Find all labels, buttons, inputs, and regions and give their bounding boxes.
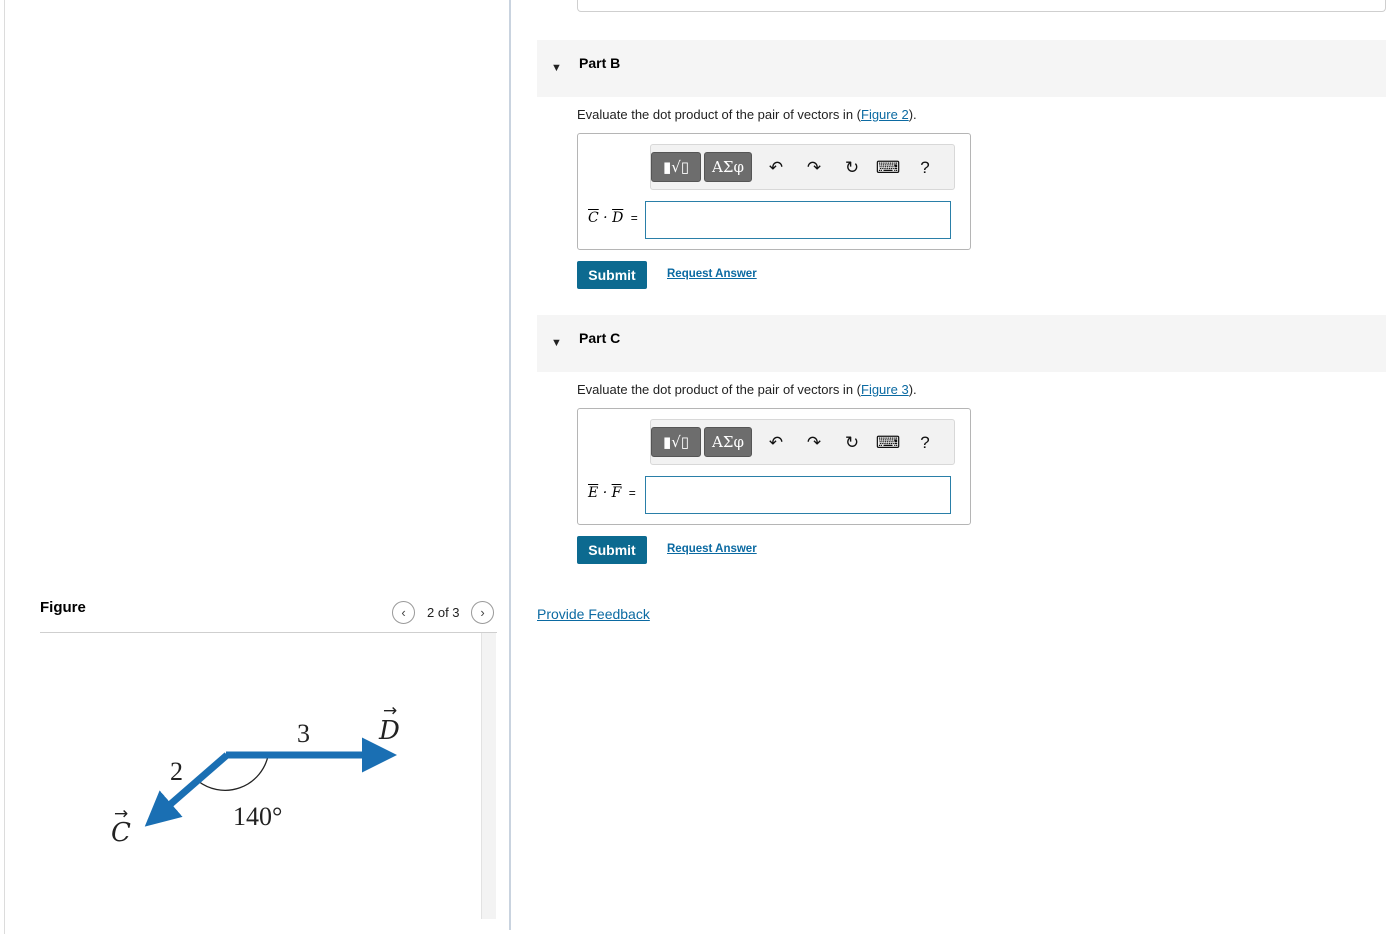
angle-label: 140°: [233, 802, 282, 831]
vector-d-symbol: D: [612, 210, 624, 226]
part-b-header[interactable]: ▼ Part B: [537, 40, 1386, 97]
reset-icon[interactable]: ↻: [841, 157, 863, 179]
collapse-triangle-icon: ▼: [551, 337, 562, 349]
redo-icon[interactable]: ↷: [803, 157, 825, 179]
magnitude-d-label: 3: [297, 719, 310, 748]
help-icon[interactable]: ?: [914, 432, 936, 454]
chevron-right-icon: ›: [480, 605, 485, 620]
help-icon[interactable]: ?: [914, 157, 936, 179]
part-b-answer-box: ▮√▯ ΑΣφ ↶ ↷ ↻ ⌨ ? C · D =: [577, 133, 971, 250]
templates-icon: ▮√▯: [662, 158, 690, 176]
previous-part-box: [577, 0, 1386, 12]
next-figure-button[interactable]: ›: [471, 601, 494, 624]
figure-2-link[interactable]: Figure 2: [861, 107, 909, 122]
part-c-answer-box: ▮√▯ ΑΣφ ↶ ↷ ↻ ⌨ ? E · F =: [577, 408, 971, 525]
undo-icon[interactable]: ↶: [765, 157, 787, 179]
pane-divider[interactable]: [509, 0, 511, 930]
greek-symbols-icon: ΑΣφ: [712, 433, 744, 451]
figure-3-link[interactable]: Figure 3: [861, 382, 909, 397]
templates-icon: ▮√▯: [662, 433, 690, 451]
collapse-triangle-icon: ▼: [551, 62, 562, 74]
part-c-prompt: Evaluate the dot product of the pair of …: [577, 382, 917, 397]
prev-figure-button[interactable]: ‹: [392, 601, 415, 624]
templates-button[interactable]: ▮√▯: [651, 152, 701, 182]
part-c-request-answer-link[interactable]: Request Answer: [667, 543, 757, 555]
keyboard-icon[interactable]: ⌨: [876, 432, 901, 454]
keyboard-icon[interactable]: ⌨: [876, 157, 901, 179]
provide-feedback-link[interactable]: Provide Feedback: [537, 606, 650, 622]
undo-icon[interactable]: ↶: [765, 432, 787, 454]
left-pane-border: [4, 0, 5, 934]
greek-symbols-icon: ΑΣφ: [712, 158, 744, 176]
part-b-title: Part B: [579, 55, 621, 71]
figure-divider: [40, 632, 497, 633]
reset-icon[interactable]: ↻: [841, 432, 863, 454]
math-toolbar: ▮√▯ ΑΣφ ↶ ↷ ↻ ⌨ ?: [650, 144, 955, 190]
part-b-answer-input[interactable]: [645, 201, 951, 239]
part-c-equation-label: E · F =: [588, 485, 636, 501]
part-b-equation-label: C · D =: [588, 210, 638, 226]
dot-operator: ·: [603, 210, 608, 226]
help-label: ?: [920, 158, 930, 177]
magnitude-c-label: 2: [170, 757, 183, 786]
part-c-header[interactable]: ▼ Part C: [537, 315, 1386, 372]
equals-sign: =: [628, 486, 636, 500]
vector-e-symbol: E: [588, 485, 599, 501]
figure-scrollbar[interactable]: [481, 633, 496, 919]
vector-c-symbol: C: [588, 210, 599, 226]
part-c-title: Part C: [579, 330, 621, 346]
greek-symbols-button[interactable]: ΑΣφ: [704, 152, 752, 182]
prompt-text: Evaluate the dot product of the pair of …: [577, 382, 861, 397]
part-c-answer-input[interactable]: [645, 476, 951, 514]
figure-title: Figure: [40, 599, 86, 616]
vector-diagram: 3 2 140° D → C →: [111, 701, 400, 848]
greek-symbols-button[interactable]: ΑΣφ: [704, 427, 752, 457]
math-toolbar: ▮√▯ ΑΣφ ↶ ↷ ↻ ⌨ ?: [650, 419, 955, 465]
templates-button[interactable]: ▮√▯: [651, 427, 701, 457]
dot-operator: ·: [602, 485, 608, 501]
help-label: ?: [920, 433, 930, 452]
prompt-text: Evaluate the dot product of the pair of …: [577, 107, 861, 122]
equals-sign: =: [630, 211, 638, 225]
vector-c-arrow: [144, 752, 230, 827]
vector-f-symbol: F: [611, 485, 622, 501]
vector-d-arrow-accent: →: [383, 701, 397, 721]
part-b-prompt: Evaluate the dot product of the pair of …: [577, 107, 917, 122]
prompt-text-end: ).: [908, 107, 917, 122]
chevron-left-icon: ‹: [401, 605, 406, 620]
prompt-text-end: ).: [908, 382, 917, 397]
part-b-request-answer-link[interactable]: Request Answer: [667, 268, 757, 280]
vector-c-arrow-accent: →: [114, 804, 128, 824]
part-c-submit-button[interactable]: Submit: [577, 536, 647, 564]
part-b-submit-button[interactable]: Submit: [577, 261, 647, 289]
figure-counter: 2 of 3: [427, 605, 460, 620]
redo-icon[interactable]: ↷: [803, 432, 825, 454]
